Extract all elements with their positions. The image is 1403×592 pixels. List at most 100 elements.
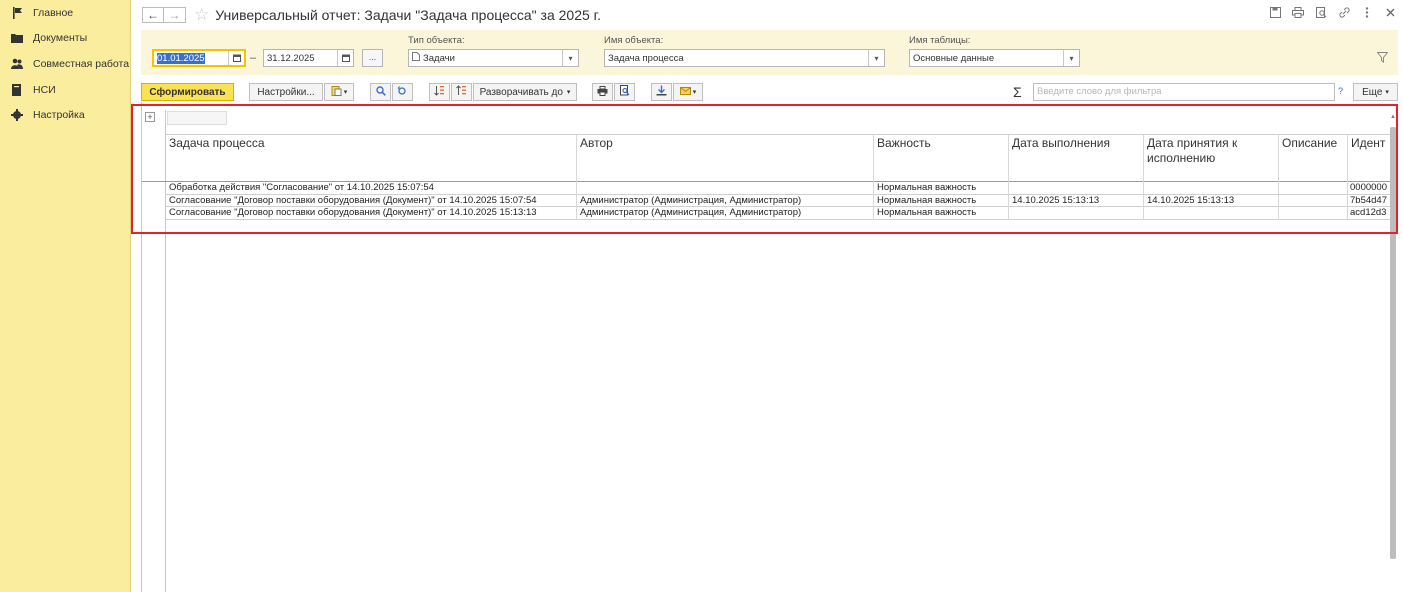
more-label: Еще [1362,86,1383,98]
cell-task[interactable]: Обработка действия "Согласование" от 14.… [169,182,434,193]
flag-icon [11,6,23,19]
cell-importance[interactable]: Нормальная важность [877,195,976,206]
period-select-button[interactable]: ... [362,49,383,67]
table-name-label: Имя таблицы: [909,35,971,46]
chevron-down-icon[interactable]: ▾ [562,50,578,66]
column-header-importance[interactable]: Важность [877,136,1005,151]
print-icon [597,85,608,99]
more-vertical-icon[interactable] [1360,7,1374,21]
cell-author[interactable]: Администратор (Администрация, Администра… [580,207,801,218]
envelope-icon [679,86,691,98]
print-icon[interactable] [1291,7,1305,21]
column-header-task[interactable]: Задача процесса [169,136,569,151]
column-header-accepted-date[interactable]: Дата принятия к исполнению [1147,136,1273,166]
sort-ascending-button[interactable] [429,83,450,101]
vertical-scrollbar[interactable] [1390,127,1396,559]
date-to-value: 31.12.2025 [267,52,315,64]
expand-all-icon[interactable]: + [145,112,155,122]
object-name-select[interactable]: Задача процесса ▾ [604,49,885,67]
sidebar-item-label: Документы [33,32,88,45]
chevron-down-icon: ▾ [566,89,571,96]
cell-author[interactable]: Администратор (Администрация, Администра… [580,195,801,206]
folder-icon [11,32,23,44]
cell-importance[interactable]: Нормальная важность [877,182,976,193]
sidebar-item-label: Совместная работа [33,57,130,70]
print-button[interactable] [592,83,613,101]
print-preview-icon [619,85,630,99]
column-divider [1143,134,1144,220]
forward-button[interactable]: → [164,7,186,23]
send-email-button[interactable]: ▾ [673,83,703,101]
calendar-icon[interactable] [228,51,244,65]
cell-task[interactable]: Согласование "Договор поставки оборудова… [169,195,537,206]
object-type-select[interactable]: Задачи ▾ [408,49,579,67]
more-button[interactable]: Еще ▾ [1353,83,1398,101]
back-button[interactable]: ← [142,7,164,23]
arrow-left-icon: ← [147,8,159,22]
clipboard-icon [331,85,342,99]
link-icon[interactable] [1337,7,1351,21]
scroll-up-arrow-icon[interactable]: ▲ [1390,114,1396,120]
cell-task[interactable]: Согласование "Договор поставки оборудова… [169,207,537,218]
chevron-down-icon[interactable]: ▾ [868,50,884,66]
cell-importance[interactable]: Нормальная важность [877,207,976,218]
print-preview-button[interactable] [614,83,635,101]
column-divider [1347,134,1348,220]
date-from-field[interactable]: 01.01.2025 [152,49,246,67]
app-window: Главное Документы Совместная работа НСИ … [0,0,1403,592]
calendar-icon[interactable] [337,50,353,66]
date-from-value: 01.01.2025 [157,52,205,64]
navigation-buttons: ← → [142,7,186,23]
arrow-right-icon: → [168,8,181,22]
report-spreadsheet[interactable]: + Задача процесса Автор Важность Дата вы… [141,102,1398,592]
date-to-field[interactable]: 31.12.2025 [263,49,354,67]
generate-button[interactable]: Сформировать [141,83,234,101]
favorite-star-icon[interactable]: ☆ [194,5,209,25]
cell-due-date[interactable]: 14.10.2025 15:13:13 [1012,195,1099,206]
table-name-select[interactable]: Основные данные ▾ [909,49,1080,67]
cell-accepted-date[interactable]: 14.10.2025 15:13:13 [1147,195,1234,206]
expand-to-dropdown[interactable]: Разворачивать до ▾ [473,83,577,101]
cell-id[interactable]: acd12d3 [1350,207,1390,218]
variants-dropdown-button[interactable]: ▾ [324,83,354,101]
column-header-id[interactable]: Идент [1351,136,1390,151]
column-header-author[interactable]: Автор [580,136,870,151]
column-header-due-date[interactable]: Дата выполнения [1012,136,1140,151]
filter-funnel-icon[interactable] [1376,52,1389,66]
object-type-value: Задачи [423,52,455,64]
grid-line [166,219,1390,220]
column-divider [873,134,874,220]
find-next-button[interactable] [392,83,413,101]
chevron-down-icon[interactable]: ▾ [1063,50,1079,66]
column-header-description[interactable]: Описание [1282,136,1346,151]
settings-button[interactable]: Настройки... [249,83,323,101]
grid-line [166,134,1390,135]
filter-panel: 01.01.2025 – 31.12.2025 ... Тип объекта:… [141,30,1398,75]
chevron-down-icon: ▾ [343,89,348,96]
close-icon[interactable] [1383,8,1397,20]
save-icon[interactable] [1268,7,1282,21]
sidebar-item-documents[interactable]: Документы [0,26,130,52]
sidebar-item-main[interactable]: Главное [0,0,130,26]
cell-id[interactable]: 7b54d47 [1350,195,1390,206]
save-to-file-button[interactable] [651,83,672,101]
sort-descending-button[interactable] [451,83,472,101]
sidebar-item-label: Главное [33,6,74,19]
sidebar-item-nsi[interactable]: НСИ [0,77,130,103]
sidebar-item-collaboration[interactable]: Совместная работа [0,51,130,77]
cell-id[interactable]: 0000000 [1350,182,1390,193]
book-icon [11,83,23,96]
sidebar-item-settings[interactable]: Настройка [0,102,130,128]
sidebar-item-label: НСИ [33,83,56,96]
help-icon[interactable]: ? [1338,86,1343,96]
find-button[interactable] [370,83,391,101]
download-icon [656,85,667,99]
report-toolbar: Сформировать Настройки... ▾ Разворачиват… [141,82,1398,102]
column-divider [576,134,577,220]
object-name-label: Имя объекта: [604,35,664,46]
search-next-icon [397,85,408,99]
object-name-value: Задача процесса [608,52,684,64]
filter-search-input[interactable]: Введите слово для фильтра [1033,83,1335,101]
preview-icon[interactable] [1314,7,1328,21]
sum-icon[interactable]: Σ [1013,84,1022,100]
